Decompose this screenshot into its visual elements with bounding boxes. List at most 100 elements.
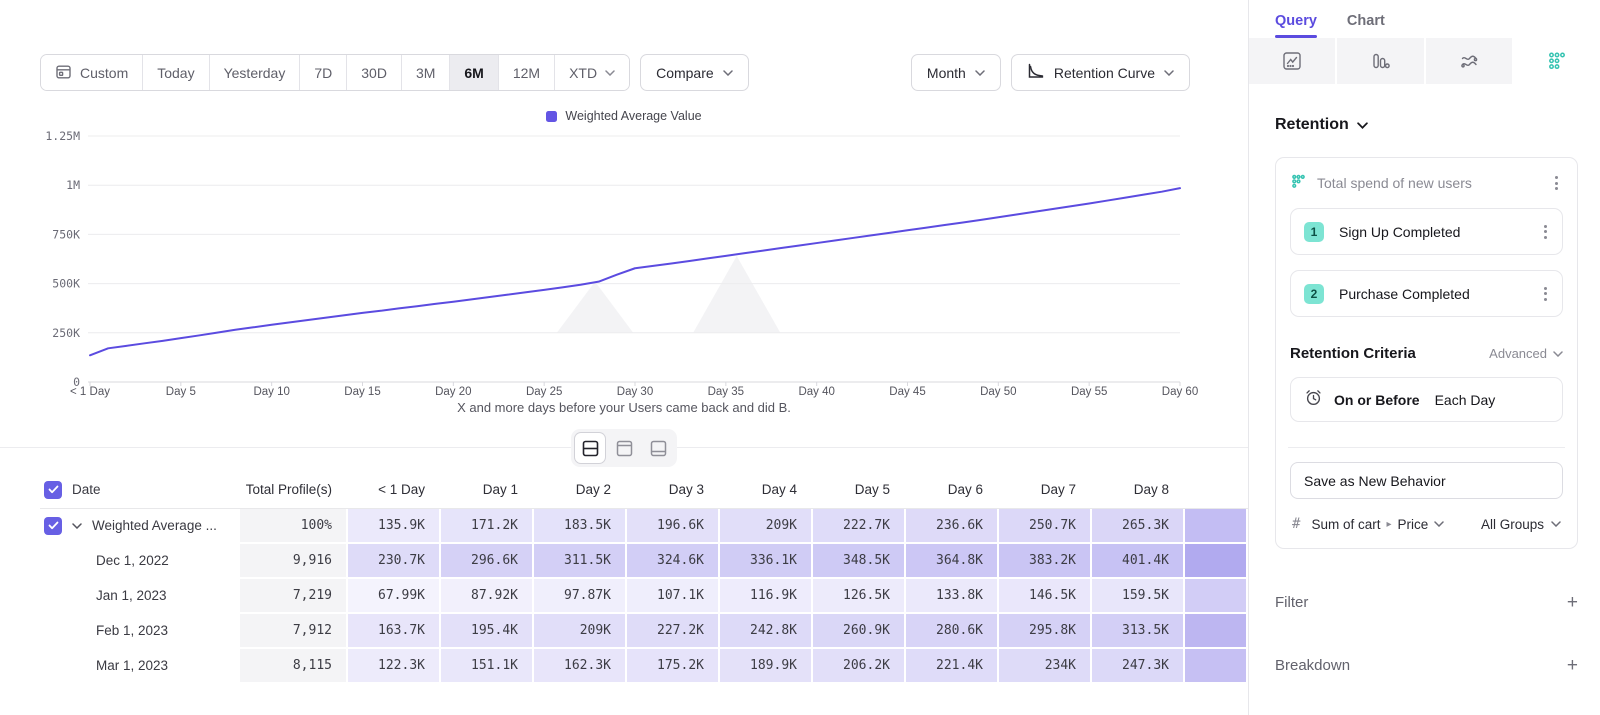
chart-type-button[interactable]: Retention Curve [1011,54,1190,91]
chevron-down-icon [723,70,733,76]
alarm-clock-icon [1304,388,1323,412]
retention-report-page: Custom TodayYesterday7D30D3M6M12M XTD Co… [0,0,1600,715]
retention-value-cell: 242.8K [720,614,813,649]
svg-text:< 1 Day: < 1 Day [70,386,110,398]
expand-chevron-icon[interactable] [72,523,82,529]
chart-legend[interactable]: Weighted Average Value [0,108,1248,124]
chevron-down-icon [1551,521,1561,527]
clipped-value-cell [1185,509,1248,544]
step-signup[interactable]: 1 Sign Up Completed [1290,208,1563,255]
profiles-header-cell: Total Profile(s) [240,473,348,508]
range-30d-button[interactable]: 30D [346,55,401,90]
chevron-down-icon [1164,70,1174,76]
retention-value-cell: 189.9K [720,649,813,684]
step-menu-kebab-icon[interactable] [1539,284,1552,304]
advanced-label: Advanced [1489,346,1547,361]
measurement-row: # Sum of cart ▸ Price All Groups [1290,516,1563,534]
filter-label: Filter [1275,594,1308,611]
filter-row: Filter + [1275,593,1578,612]
behavior-title: Total spend of new users [1317,175,1540,191]
check-icon [48,485,59,494]
xtd-label: XTD [569,65,597,81]
step-purchase[interactable]: 2 Purchase Completed [1290,270,1563,317]
day-header-cell: < 1 Day [348,473,441,508]
row-label: Feb 1, 2023 [96,623,168,638]
custom-date-button[interactable]: Custom [41,55,142,90]
table-row: Mar 1, 20238,115122.3K151.1K162.3K175.2K… [40,649,1248,684]
retention-value-cell: 383.2K [999,544,1092,579]
day-header-cell: Day 6 [906,473,999,508]
range-12m-button[interactable]: 12M [498,55,554,90]
legend-swatch [546,111,557,122]
retention-value-cell: 265.3K [1092,509,1185,544]
tab-retention-icon[interactable] [1512,38,1600,84]
view-toggle-table-icon[interactable] [643,433,673,463]
profiles-cell: 7,219 [240,579,348,614]
step-number-badge: 2 [1304,284,1324,304]
main-panel: Custom TodayYesterday7D30D3M6M12M XTD Co… [0,0,1248,715]
retention-criteria-row: Retention Criteria Advanced [1290,345,1563,362]
view-toggle-chart-icon[interactable] [609,433,639,463]
retention-table: DateTotal Profile(s)< 1 DayDay 1Day 2Day… [40,473,1248,684]
range-6m-button[interactable]: 6M [449,55,497,90]
row-label-cell: Jan 1, 2023 [40,579,240,614]
table-header-row: DateTotal Profile(s)< 1 DayDay 1Day 2Day… [40,473,1248,509]
svg-text:Day 45: Day 45 [889,386,925,398]
table-section-divider [0,429,1248,467]
view-toggle-split-icon[interactable] [575,433,605,463]
compare-label: Compare [656,65,714,81]
svg-text:Day 15: Day 15 [344,386,380,398]
behavior-menu-kebab-icon[interactable] [1550,173,1563,193]
day-header-cell: Day 8 [1092,473,1185,508]
svg-text:Day 60: Day 60 [1162,386,1198,398]
tab-query[interactable]: Query [1275,13,1317,38]
day-header-cell: Day 2 [534,473,627,508]
advanced-dropdown[interactable]: Advanced [1489,346,1563,361]
property-label: Price [1398,517,1429,532]
range-yesterday-button[interactable]: Yesterday [209,55,300,90]
breakdown-row: Breakdown + [1275,656,1578,675]
all-groups-dropdown[interactable]: All Groups [1481,517,1561,532]
tab-funnels-icon[interactable] [1335,38,1423,84]
retention-value-cell: 116.9K [720,579,813,614]
svg-text:Day 10: Day 10 [253,386,289,398]
behavior-card: Total spend of new users 1 Sign Up Compl… [1275,157,1578,549]
retention-value-cell: 227.2K [627,614,720,649]
svg-text:Day 20: Day 20 [435,386,471,398]
row-label-cell: Mar 1, 2023 [40,649,240,684]
legend-label: Weighted Average Value [565,109,701,123]
criteria-condition-chip[interactable]: On or Before Each Day [1290,377,1563,422]
measurement-label: Sum of cart [1311,517,1380,532]
row-checkbox[interactable] [44,481,62,499]
add-breakdown-button[interactable]: + [1567,656,1578,675]
add-filter-button[interactable]: + [1567,593,1578,612]
range-7d-button[interactable]: 7D [299,55,346,90]
step-menu-kebab-icon[interactable] [1539,222,1552,242]
clipped-value-cell [1185,544,1248,579]
row-checkbox[interactable] [44,517,62,535]
number-property-icon: # [1292,516,1300,532]
retention-value-cell: 195.4K [441,614,534,649]
condition-label: On or Before [1334,392,1420,408]
save-as-new-behavior-button[interactable]: Save as New Behavior [1290,462,1563,499]
groups-label: All Groups [1481,517,1544,532]
tab-chart[interactable]: Chart [1347,13,1385,38]
retention-value-cell: 230.7K [348,544,441,579]
xtd-range-button[interactable]: XTD [554,55,629,90]
retention-value-cell: 313.5K [1092,614,1185,649]
compare-button[interactable]: Compare [640,54,749,91]
row-label-cell: Feb 1, 2023 [40,614,240,649]
svg-text:750K: 750K [52,227,80,241]
day-header-cell: Day 7 [999,473,1092,508]
range-3m-button[interactable]: 3M [401,55,449,90]
svg-text:Day 50: Day 50 [980,386,1016,398]
profiles-cell: 7,912 [240,614,348,649]
range-today-button[interactable]: Today [142,55,208,90]
tab-insights-icon[interactable] [1249,38,1335,84]
measurement-dropdown[interactable]: Sum of cart ▸ Price [1311,517,1444,532]
tab-flows-icon[interactable] [1424,38,1512,84]
breakdown-label: Breakdown [1275,657,1350,674]
retention-section-header[interactable]: Retention [1275,116,1578,134]
date-range-selector: Custom TodayYesterday7D30D3M6M12M XTD [40,54,630,91]
granularity-button[interactable]: Month [911,54,1001,91]
